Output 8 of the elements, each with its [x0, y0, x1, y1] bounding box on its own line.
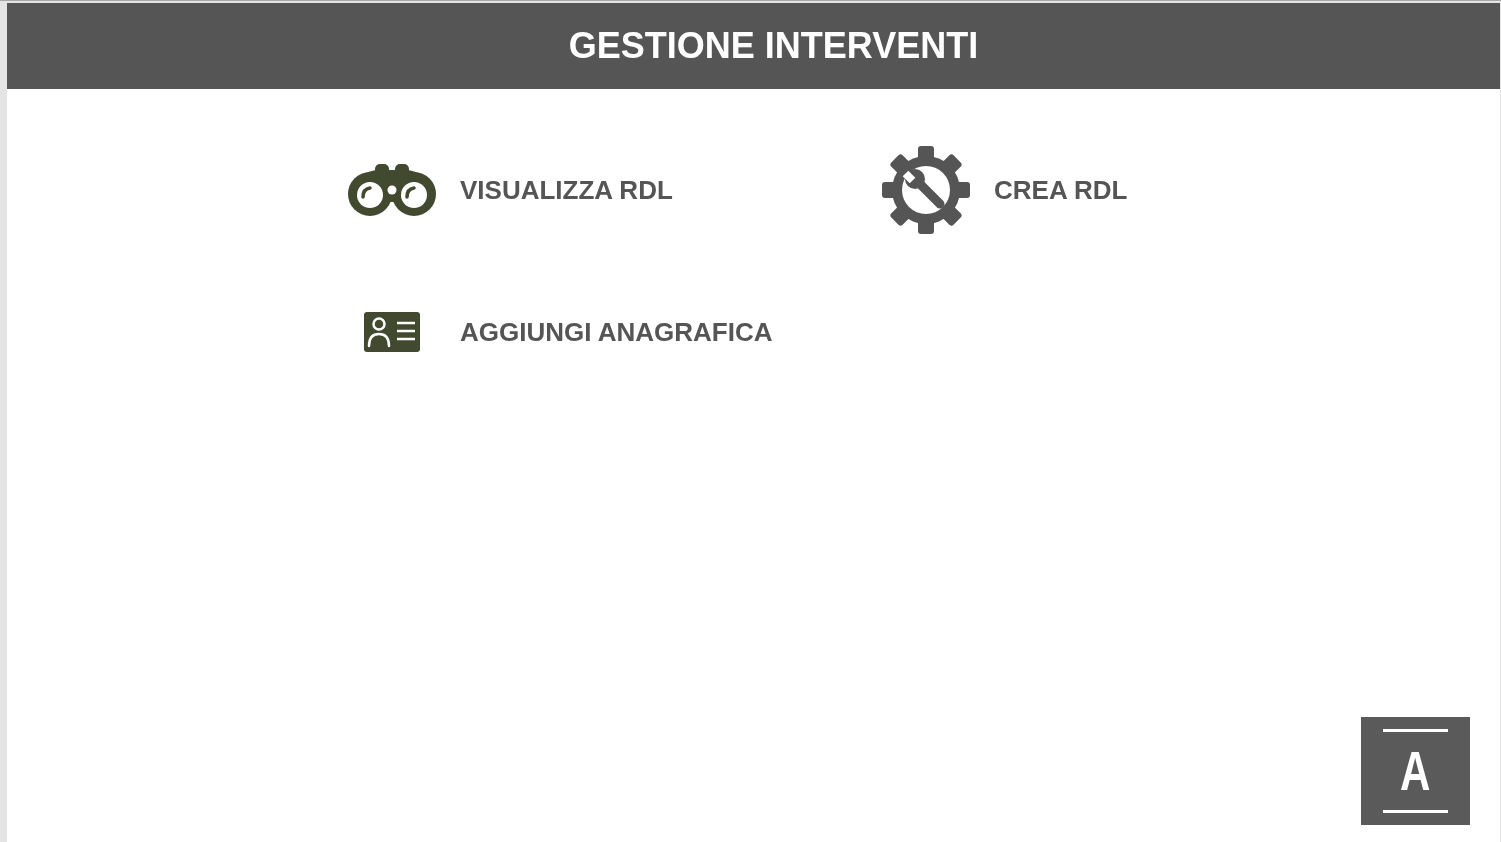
binoculars-icon: [348, 164, 436, 216]
logo-letter: A: [1400, 743, 1431, 799]
id-card-icon: [364, 312, 420, 352]
page-title: GESTIONE INTERVENTI: [568, 28, 979, 64]
gear-wrench-icon: [882, 146, 970, 234]
menu-button[interactable]: CREA RDL: [882, 146, 1128, 234]
menu-button[interactable]: AGGIUNGI ANAGRAFICA: [348, 288, 773, 376]
menu-button[interactable]: VISUALIZZA RDL: [348, 146, 673, 234]
